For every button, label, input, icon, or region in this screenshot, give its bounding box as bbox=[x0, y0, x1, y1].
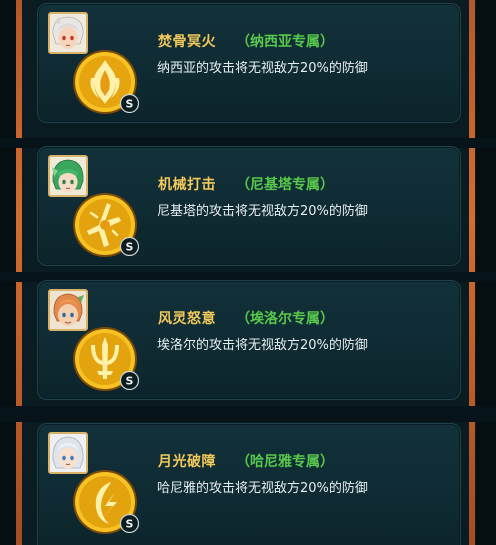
skill-card[interactable]: S 风灵怒意 （埃洛尔专属） 埃洛尔的攻击将无视敌方20%的防御 bbox=[37, 280, 461, 400]
rank-s-badge: S bbox=[120, 237, 139, 256]
divider bbox=[0, 406, 496, 422]
rank-s-badge: S bbox=[120, 514, 139, 533]
hero-exclusive-tag: （尼基塔专属） bbox=[236, 177, 334, 193]
hero-exclusive-tag: （埃洛尔专属） bbox=[236, 311, 334, 327]
skill-description: 哈尼雅的攻击将无视敌方20%的防御 bbox=[157, 481, 368, 496]
skill-card[interactable]: S 月光破障 （哈尼雅专属） 哈尼雅的攻击将无视敌方20%的防御 bbox=[37, 423, 461, 545]
skill-card[interactable]: S 焚骨冥火 （纳西亚专属） 纳西亚的攻击将无视敌方20%的防御 bbox=[37, 3, 461, 123]
hero-exclusive-tag: （哈尼雅专属） bbox=[236, 454, 334, 470]
skill-name: 月光破障 bbox=[158, 454, 216, 470]
rank-letter: S bbox=[126, 518, 134, 531]
rank-letter: S bbox=[126, 241, 134, 254]
skill-description: 尼基塔的攻击将无视敌方20%的防御 bbox=[157, 204, 368, 219]
rank-letter: S bbox=[126, 375, 134, 388]
skill-name: 焚骨冥火 bbox=[158, 34, 216, 50]
skill-name: 机械打击 bbox=[158, 177, 216, 193]
skill-description: 纳西亚的攻击将无视敌方20%的防御 bbox=[157, 61, 368, 76]
rank-s-badge: S bbox=[120, 94, 139, 113]
exclusive-skill-list: S 焚骨冥火 （纳西亚专属） 纳西亚的攻击将无视敌方20%的防御 S 机械打击 … bbox=[0, 0, 496, 545]
rank-s-badge: S bbox=[120, 371, 139, 390]
rank-letter: S bbox=[126, 98, 134, 111]
skill-description: 埃洛尔的攻击将无视敌方20%的防御 bbox=[157, 338, 368, 353]
skill-name: 风灵怒意 bbox=[158, 311, 216, 327]
hero-exclusive-tag: （纳西亚专属） bbox=[236, 34, 334, 50]
skill-card[interactable]: S 机械打击 （尼基塔专属） 尼基塔的攻击将无视敌方20%的防御 bbox=[37, 146, 461, 266]
